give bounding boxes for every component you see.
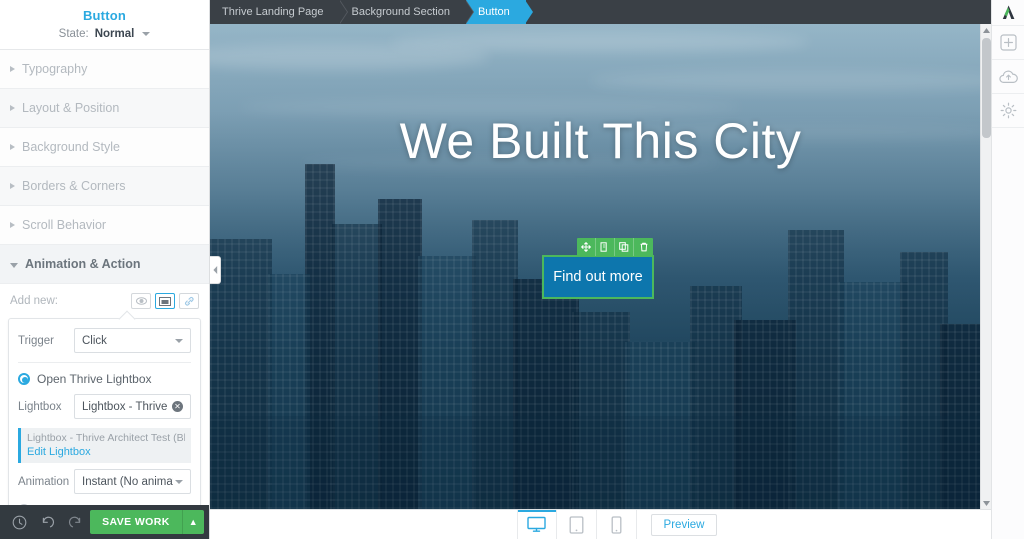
breadcrumb: Thrive Landing Page Background Section B… <box>210 0 1024 24</box>
canvas-area: Thrive Landing Page Background Section B… <box>210 0 1024 539</box>
chevron-right-icon <box>10 183 15 189</box>
link-icon[interactable] <box>179 293 199 309</box>
lightbox-icon[interactable] <box>155 293 175 309</box>
move-icon[interactable] <box>577 238 596 256</box>
chevron-right-icon <box>10 105 15 111</box>
scrollbar-thumb[interactable] <box>982 38 991 138</box>
trigger-value: Click <box>82 334 107 347</box>
animation-icon[interactable] <box>131 293 151 309</box>
trigger-label: Trigger <box>18 334 54 347</box>
breadcrumb-label: Thrive Landing Page <box>222 6 324 18</box>
settings-accordion: Typography Layout & Position Background … <box>0 50 209 284</box>
trash-icon[interactable] <box>634 238 653 256</box>
add-new-icon-group <box>131 293 199 309</box>
accordion-label: Borders & Corners <box>22 179 126 193</box>
accordion-typography[interactable]: Typography <box>0 50 209 89</box>
foreground-haze <box>210 416 991 509</box>
add-new-row: Add new: <box>0 284 209 318</box>
breadcrumb-label: Background Section <box>351 6 450 18</box>
accordion-label: Layout & Position <box>22 101 120 115</box>
chevron-right-icon <box>10 222 15 228</box>
cta-button[interactable]: Find out more <box>542 255 654 299</box>
option-open-thrive-lightbox[interactable]: Open Thrive Lightbox <box>18 372 191 386</box>
selected-button-element[interactable]: Find out more <box>542 238 654 299</box>
save-work-button[interactable]: SAVE WORK ▲ <box>90 510 204 534</box>
accordion-borders-corners[interactable]: Borders & Corners <box>0 167 209 206</box>
accordion-animation-action[interactable]: Animation & Action <box>0 245 209 284</box>
add-element-icon[interactable] <box>992 26 1024 60</box>
accordion-layout-position[interactable]: Layout & Position <box>0 89 209 128</box>
accordion-scroll-behavior[interactable]: Scroll Behavior <box>0 206 209 245</box>
redo-icon[interactable] <box>62 509 88 535</box>
tablet-icon[interactable] <box>557 509 597 539</box>
state-select[interactable]: Normal <box>95 28 135 40</box>
sidebar-bottom-bar: SAVE WORK ▲ <box>0 505 209 539</box>
undo-icon[interactable] <box>34 509 60 535</box>
cloud-decoration <box>590 70 991 92</box>
accordion-label: Typography <box>22 62 88 76</box>
element-toolbar <box>577 238 653 256</box>
canvas-scrollbar[interactable] <box>980 24 992 509</box>
breadcrumb-item-button[interactable]: Button <box>465 0 533 24</box>
chevron-down-icon[interactable] <box>142 32 151 36</box>
save-work-label: SAVE WORK <box>102 516 170 528</box>
accordion-label: Scroll Behavior <box>22 218 107 232</box>
clear-icon[interactable]: ✕ <box>172 401 183 412</box>
bottom-toolbar: Preview <box>210 509 1024 539</box>
page-canvas[interactable]: We Built This City Find out more <box>210 24 991 509</box>
trigger-row: Trigger Click <box>18 328 191 353</box>
sidebar-collapse-handle[interactable] <box>210 256 221 284</box>
lightbox-info-box: Lightbox - Thrive Architect Test (Bla...… <box>18 428 191 463</box>
animation-value: Instant (No animatio <box>82 475 173 488</box>
cloud-templates-icon[interactable] <box>992 60 1024 94</box>
accordion-background-style[interactable]: Background Style <box>0 128 209 167</box>
chevron-up-icon[interactable]: ▲ <box>183 517 204 527</box>
accordion-label: Animation & Action <box>25 257 141 271</box>
breadcrumb-item-thrive-landing-page[interactable]: Thrive Landing Page <box>210 0 348 24</box>
edit-lightbox-link[interactable]: Edit Lightbox <box>27 445 185 459</box>
desktop-icon[interactable] <box>516 509 557 539</box>
breadcrumb-item-background-section[interactable]: Background Section <box>340 0 475 24</box>
breadcrumb-label: Button <box>477 6 510 18</box>
trigger-select[interactable]: Click <box>74 328 191 353</box>
lightbox-info-title: Lightbox - Thrive Architect Test (Bla... <box>27 432 185 444</box>
chevron-down-icon <box>175 479 183 484</box>
add-new-label: Add new: <box>10 295 58 307</box>
sidebar-header: Button State: Normal <box>0 0 209 50</box>
chevron-right-icon <box>10 144 15 150</box>
thrive-logo-icon[interactable] <box>992 0 1024 26</box>
lightbox-select[interactable]: Lightbox - Thrive Ar ✕ <box>74 394 191 419</box>
mobile-icon[interactable] <box>597 509 637 539</box>
radio-selected-icon <box>18 373 30 385</box>
chevron-right-icon <box>10 66 15 72</box>
sidebar: Button State: Normal Typography Layout &… <box>0 0 210 539</box>
state-label: State: <box>58 28 89 40</box>
history-clock-icon[interactable] <box>6 509 32 535</box>
copy-icon[interactable] <box>596 238 615 256</box>
thrive-architect-editor: Button State: Normal Typography Layout &… <box>0 0 1024 539</box>
option-label: Open Thrive Lightbox <box>37 372 152 386</box>
page-title: Button <box>82 8 127 23</box>
animation-select[interactable]: Instant (No animatio <box>74 469 191 494</box>
right-rail <box>991 0 1024 539</box>
clone-icon[interactable] <box>615 238 634 256</box>
accordion-label: Background Style <box>22 140 120 154</box>
settings-gear-icon[interactable] <box>992 94 1024 128</box>
chevron-down-icon <box>175 338 183 343</box>
hero-headline[interactable]: We Built This City <box>210 112 991 170</box>
animation-row: Animation Instant (No animatio <box>18 469 191 494</box>
chevron-down-icon <box>10 262 18 268</box>
state-row: State: Normal <box>0 28 209 40</box>
preview-button[interactable]: Preview <box>650 513 718 536</box>
lightbox-row: Lightbox Lightbox - Thrive Ar ✕ <box>18 394 191 419</box>
cloud-decoration <box>390 32 810 52</box>
animation-label: Animation <box>18 475 70 488</box>
lightbox-value: Lightbox - Thrive Ar <box>82 400 168 413</box>
lightbox-label: Lightbox <box>18 400 62 413</box>
panel-divider <box>18 362 191 363</box>
